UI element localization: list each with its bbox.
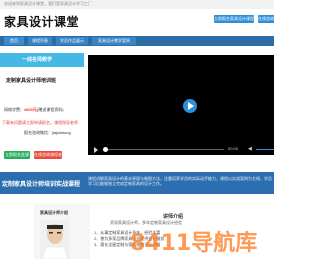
price-suffix: (赠送课程资料) [36, 107, 64, 112]
intro-title: 讲师介绍 [163, 214, 184, 220]
watermark: 8411导航库 [130, 231, 258, 256]
contact-label: 报名咨询微信： [24, 130, 52, 135]
teacher-avatar [40, 220, 70, 259]
video-time: 00:00 [228, 146, 239, 151]
strip-title: 定制家具设计师培训实战课程 [2, 182, 81, 188]
nav-item-courses[interactable]: 课程列表 [28, 37, 52, 45]
contact-value: jiajulistong [52, 130, 71, 135]
contact-row: 报名咨询微信：jiajulistong [24, 130, 71, 136]
course-banner-text: 一线名师教学 [22, 57, 53, 63]
consult-button[interactable]: 在线咨询课程老师 [34, 151, 62, 165]
course-price: 4800元 [24, 107, 37, 112]
main-nav: 首页 课程列表 学员作品展示 家具设计教学案例 [0, 36, 274, 46]
course-title: 定制家具设计师培训班 [6, 78, 57, 84]
control-play-icon[interactable] [94, 147, 98, 153]
enroll-header-button[interactable]: 立即报名家具设计课程 [214, 15, 254, 23]
progress-track[interactable] [104, 149, 224, 150]
volume-slider[interactable] [256, 149, 274, 150]
teacher-name: 家具设计师介绍 [40, 210, 68, 215]
strip-description: 课程讲解家具设计的基本原理与制图方法，注重培养学员的实际动手能力，课程以实战案例… [88, 176, 272, 186]
nav-item-works[interactable]: 学员作品展示 [56, 37, 88, 45]
progress-handle[interactable] [103, 147, 108, 152]
nav-item-home[interactable]: 首页 [4, 37, 24, 45]
site-logo[interactable]: 家具设计课堂 [4, 13, 79, 30]
video-player[interactable] [88, 55, 274, 155]
volume-icon[interactable]: ◀ [248, 146, 252, 152]
consult-header-button[interactable]: 在线咨询 [258, 15, 274, 23]
course-note: 下载有问题请立即申请报名，课程指导老师 [2, 120, 78, 125]
top-info-bar: 欢迎来到家具设计课堂，我们是家具设计学习工厂 [0, 0, 274, 9]
top-info-text: 欢迎来到家具设计课堂，我们是家具设计学习工厂 [4, 1, 92, 6]
enroll-button[interactable]: 立即报名此课程 [4, 151, 30, 165]
price-row: 网络学费：4800元(赠送课程资料) [4, 107, 64, 113]
play-button-icon[interactable] [183, 99, 197, 113]
nav-item-cases[interactable]: 家具设计教学案例 [92, 37, 136, 45]
price-prefix: 网络学费： [4, 107, 24, 112]
